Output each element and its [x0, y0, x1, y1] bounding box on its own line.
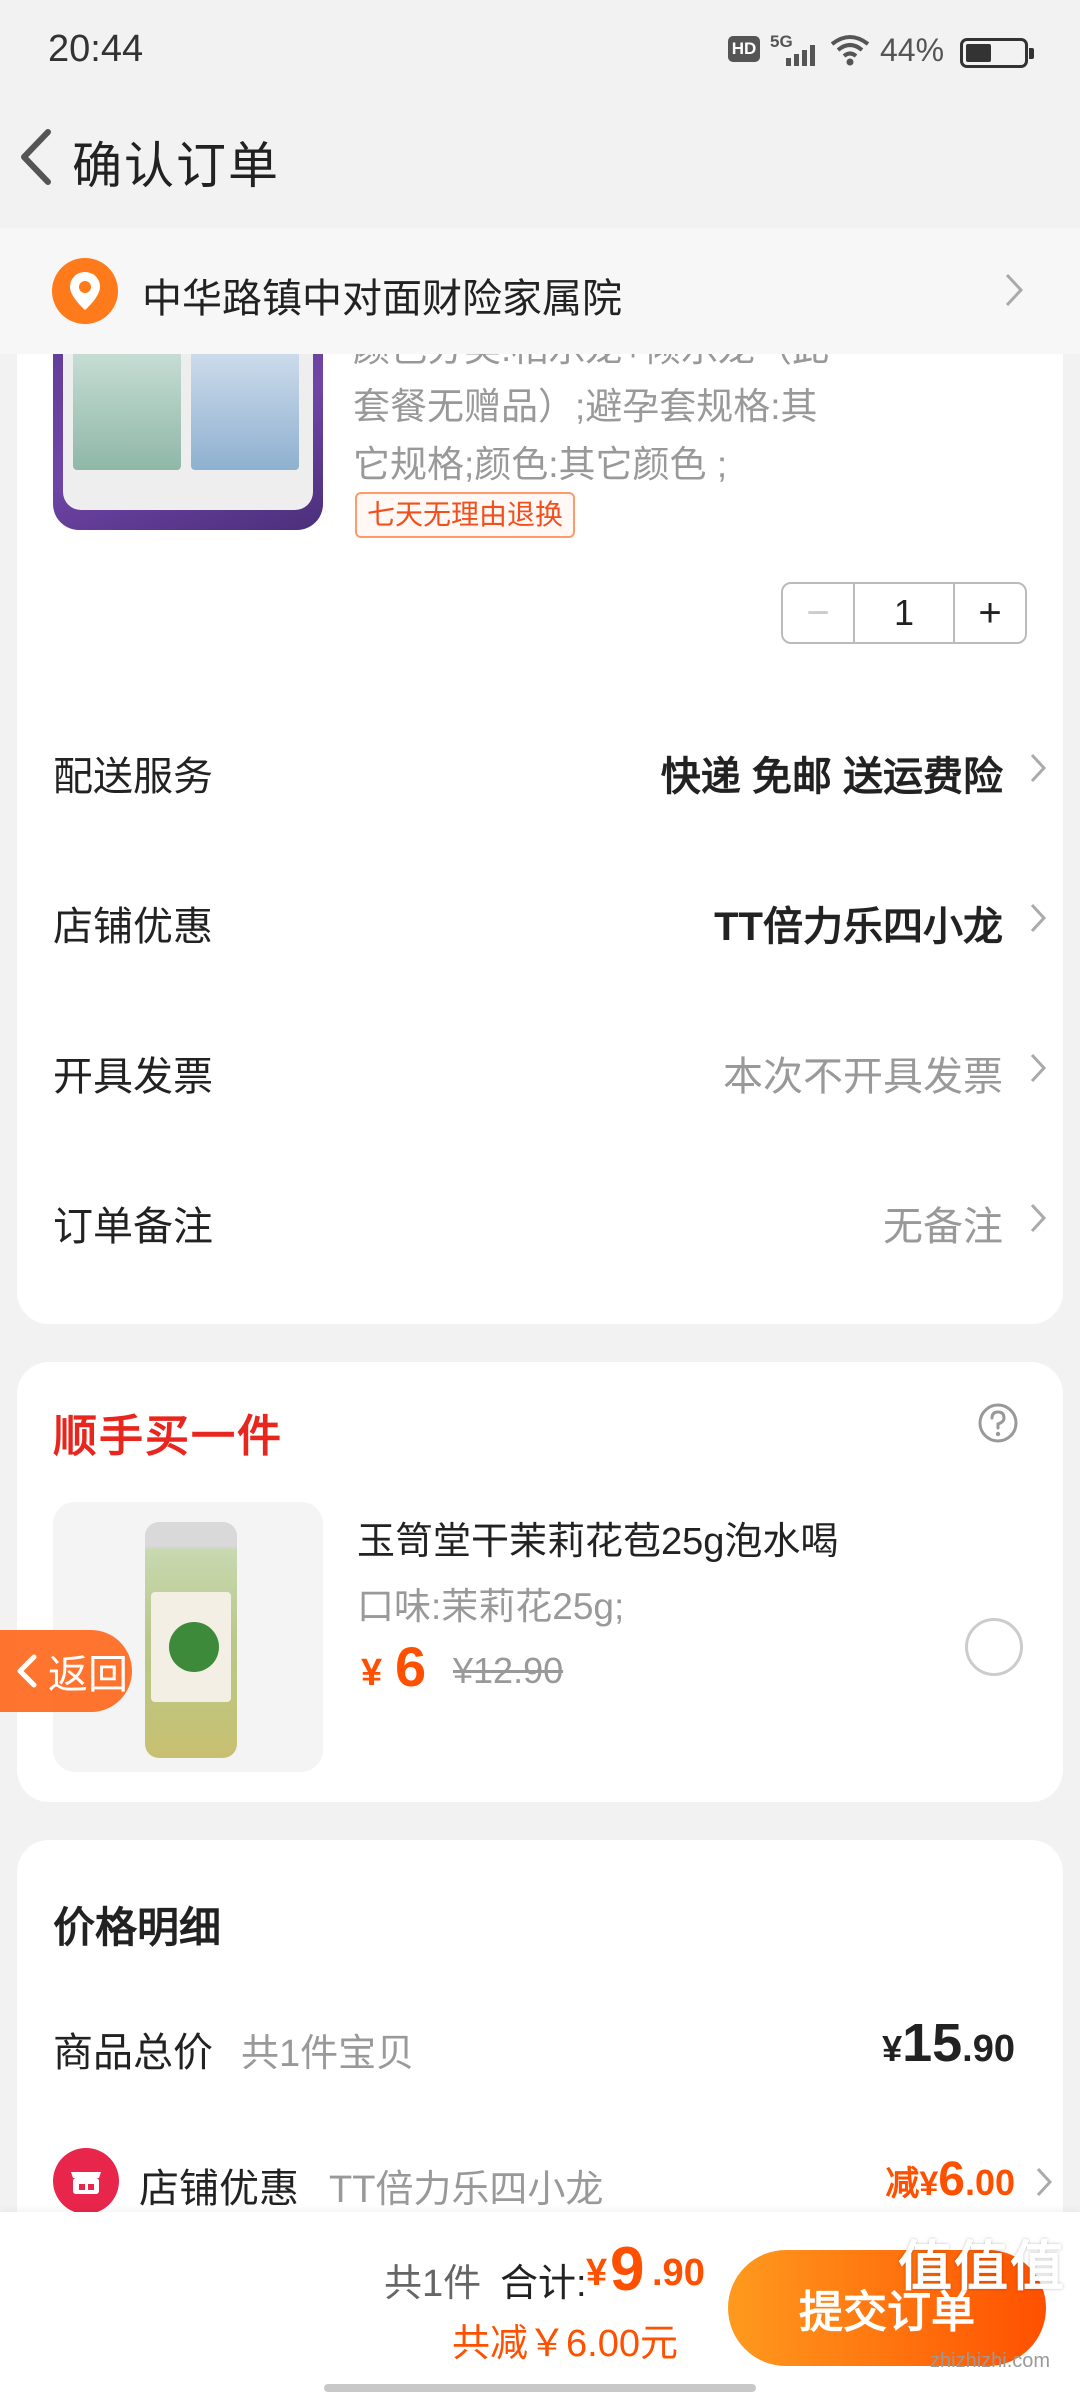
chevron-right-icon — [1030, 903, 1047, 933]
addon-card: 顺手买一件 玉笥堂干茉莉花苞25g泡水喝 口味:茉莉花25g; ¥ 6 ¥12.… — [17, 1362, 1063, 1802]
hd-icon: HD — [728, 36, 760, 62]
row-value: TT倍力乐四小龙 — [714, 905, 1003, 949]
increase-button[interactable]: + — [955, 584, 1025, 642]
shop-discount-amount[interactable]: 减¥6.00 — [885, 2152, 1015, 2207]
goods-total-amount: ¥15.90 — [882, 2013, 1015, 2073]
page-title: 确认订单 — [72, 138, 280, 194]
addon-product-name[interactable]: 玉笥堂干茉莉花苞25g泡水喝 — [357, 1510, 838, 1565]
home-indicator[interactable] — [324, 2384, 756, 2392]
battery-fill — [966, 44, 991, 62]
total-amount-dec: .90 — [652, 2252, 705, 2294]
row-invoice[interactable]: 开具发票 本次不开具发票 — [53, 1030, 1047, 1110]
signal-icon — [786, 45, 815, 66]
chevron-right-icon — [1005, 273, 1024, 307]
goods-total-label: 商品总价 — [53, 2031, 213, 2075]
row-value: 快递 免邮 送运费险 — [660, 755, 1003, 799]
chevron-left-icon — [17, 1654, 37, 1688]
row-label: 店铺优惠 — [53, 905, 213, 949]
row-shop-discount[interactable]: 店铺优惠 TT倍力乐四小龙 — [53, 880, 1047, 960]
row-label: 配送服务 — [53, 755, 213, 799]
row-label: 开具发票 — [53, 1055, 213, 1099]
row-delivery[interactable]: 配送服务 快递 免邮 送运费险 — [53, 730, 1047, 810]
price-detail-card: 价格明细 商品总价 共1件宝贝 ¥15.90 店铺优惠 TT倍力乐四小龙 减¥6… — [17, 1840, 1063, 2220]
address-bar[interactable]: 中华路镇中对面财险家属院 — [0, 228, 1080, 354]
wifi-icon — [830, 35, 870, 66]
chevron-right-icon — [1036, 2167, 1053, 2197]
back-chevron-icon[interactable] — [14, 122, 60, 192]
address-text: 中华路镇中对面财险家属院 — [142, 277, 622, 321]
row-value: 无备注 — [883, 1205, 1003, 1249]
decrease-button[interactable]: − — [783, 584, 853, 642]
addon-product-spec: 口味:茉莉花25g; — [357, 1586, 625, 1627]
item-count: 共1件 — [384, 2263, 482, 2305]
addon-select-radio[interactable] — [965, 1618, 1023, 1676]
row-label: 订单备注 — [53, 1205, 213, 1249]
battery-percent: 44% — [880, 32, 945, 68]
status-bar: 20:44 HD 5G 44% — [0, 0, 1080, 100]
row-note[interactable]: 订单备注 无备注 — [53, 1180, 1047, 1260]
watermark-url: zhizhizhi.com — [930, 2350, 1051, 2372]
chevron-right-icon — [1030, 753, 1047, 783]
row-value: 本次不开具发票 — [723, 1055, 1003, 1099]
shop-discount-name: TT倍力乐四小龙 — [329, 2169, 604, 2211]
price-detail-title: 价格明细 — [53, 1904, 222, 1951]
total-currency: ¥ — [586, 2252, 608, 2294]
addon-original-price: ¥12.90 — [453, 1650, 564, 1691]
quantity-value[interactable]: 1 — [853, 584, 955, 642]
float-back-label: 返回 — [48, 1653, 128, 1697]
status-time: 20:44 — [48, 28, 144, 70]
question-circle-icon[interactable] — [977, 1402, 1019, 1444]
battery-icon — [960, 38, 1034, 68]
total-amount-int: 9 — [610, 2235, 645, 2304]
total-label: 合计: — [500, 2263, 587, 2305]
chevron-right-icon — [1030, 1053, 1047, 1083]
total-reduced: 共减￥6.00元 — [452, 2323, 678, 2365]
float-back-button[interactable]: 返回 — [0, 1630, 132, 1712]
quantity-stepper: − 1 + — [781, 582, 1027, 644]
shop-discount-label: 店铺优惠 — [139, 2167, 299, 2211]
addon-price: 6 — [395, 1635, 427, 1698]
goods-count: 共1件宝贝 — [241, 2033, 415, 2075]
shop-coupon-icon — [53, 2148, 119, 2214]
order-card: 颜色分类:相乐龙+倾乐龙（此 套餐无赠品）;避孕套规格:其 它规格;颜色:其它颜… — [17, 260, 1063, 1324]
return-policy-badge: 七天无理由退换 — [355, 492, 576, 538]
addon-price-currency: ¥ — [361, 1652, 383, 1694]
location-pin-icon — [52, 258, 118, 324]
watermark-logo: 值值值 — [898, 2237, 1066, 2297]
addon-title: 顺手买一件 — [53, 1412, 283, 1461]
chevron-right-icon — [1030, 1203, 1047, 1233]
